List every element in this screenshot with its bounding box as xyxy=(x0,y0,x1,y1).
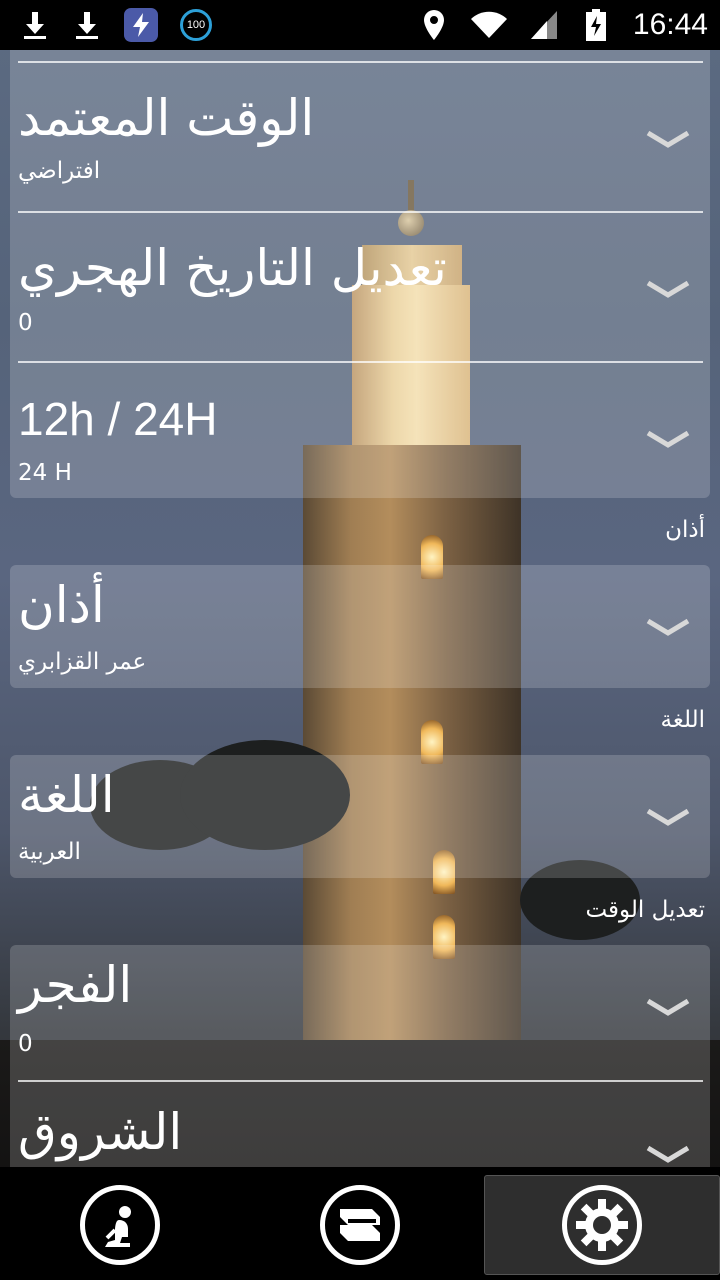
battery-charging-icon xyxy=(581,9,611,41)
chevron-down-icon xyxy=(646,998,690,1016)
chevron-down-icon xyxy=(646,1145,690,1163)
chevron-down-icon xyxy=(646,280,690,298)
section-label-language: اللغة xyxy=(660,707,705,733)
nav-prayer-button[interactable] xyxy=(2,1175,238,1275)
book-quran-icon xyxy=(320,1185,400,1265)
setting-value: 0 xyxy=(18,1031,33,1057)
general-settings-card: الوقت المعتمد افتراضي تعديل التاريخ الهج… xyxy=(10,50,710,498)
setting-title: الشروق xyxy=(18,1103,183,1161)
nav-settings-button[interactable] xyxy=(484,1175,720,1275)
download-icon xyxy=(20,10,50,40)
download-icon xyxy=(72,10,102,40)
prayer-person-icon xyxy=(80,1185,160,1265)
section-label-adhan: أذان xyxy=(665,517,705,543)
gear-icon xyxy=(562,1185,642,1265)
setting-value: عمر القزابري xyxy=(18,649,147,675)
language-card[interactable]: اللغة العربية xyxy=(10,755,710,878)
setting-title: تعديل التاريخ الهجري xyxy=(18,239,447,297)
settings-list[interactable]: الوقت المعتمد افتراضي تعديل التاريخ الهج… xyxy=(0,50,720,1167)
signal-icon xyxy=(529,10,559,40)
battery-100-badge-icon: 100 xyxy=(180,9,212,41)
setting-value: 0 xyxy=(18,310,33,336)
setting-title: أذان xyxy=(18,576,105,634)
setting-value: افتراضي xyxy=(18,158,101,184)
section-label-time-adjust: تعديل الوقت xyxy=(585,897,705,923)
chevron-down-icon xyxy=(646,130,690,148)
chevron-down-icon xyxy=(646,618,690,636)
badge-text: 100 xyxy=(186,19,206,31)
wifi-icon xyxy=(470,10,507,40)
bolt-app-icon xyxy=(124,8,158,42)
location-icon xyxy=(419,10,449,40)
nav-book-button[interactable] xyxy=(242,1175,478,1275)
setting-title: الوقت المعتمد xyxy=(18,89,315,147)
setting-value: 24 H xyxy=(18,460,72,486)
setting-title: الفجر xyxy=(18,956,133,1014)
chevron-down-icon xyxy=(646,430,690,448)
setting-row-time-format[interactable]: 12h / 24H 24 H xyxy=(10,363,710,498)
adhan-card[interactable]: أذان عمر القزابري xyxy=(10,565,710,688)
clock: 16:44 xyxy=(632,8,708,41)
setting-row-hijri-adjust[interactable]: تعديل التاريخ الهجري 0 xyxy=(10,213,710,361)
time-adjust-card: الفجر 0 الشروق xyxy=(10,945,710,1167)
setting-title: 12h / 24H xyxy=(18,393,218,445)
setting-title: اللغة xyxy=(18,766,115,824)
setting-row-fajr[interactable]: الفجر 0 xyxy=(10,945,710,1080)
setting-row-sunrise[interactable]: الشروق xyxy=(10,1082,710,1167)
setting-value: العربية xyxy=(18,839,81,865)
bottom-nav xyxy=(0,1167,720,1280)
chevron-down-icon xyxy=(646,808,690,826)
status-bar: 100 16:44 xyxy=(0,0,720,50)
setting-row-reference-time[interactable]: الوقت المعتمد افتراضي xyxy=(10,63,710,211)
